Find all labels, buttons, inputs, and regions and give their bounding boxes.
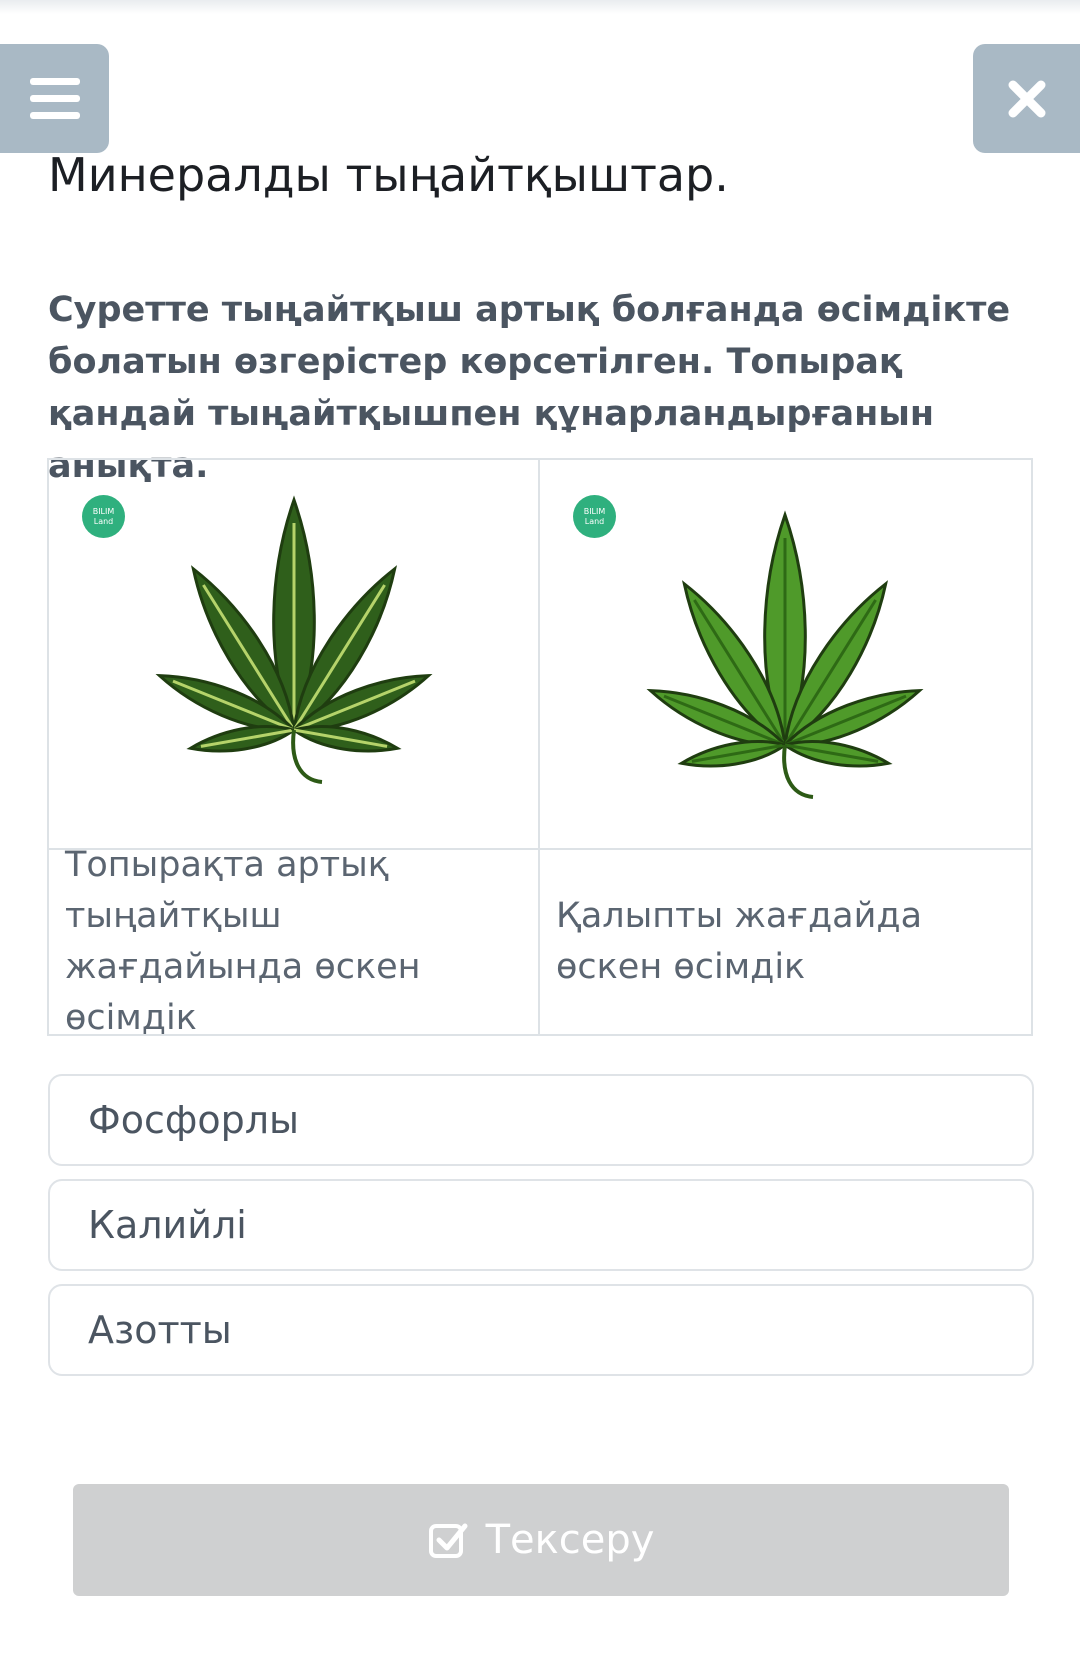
check-square-icon: [428, 1520, 468, 1560]
answer-option-nitrogen[interactable]: Азотты: [48, 1284, 1034, 1376]
figure-image-normal: BILIM Land: [540, 460, 1031, 850]
answer-option-phosphorus[interactable]: Фосфорлы: [48, 1074, 1034, 1166]
close-button[interactable]: [973, 44, 1080, 153]
check-button-label: Тексеру: [485, 1517, 655, 1563]
menu-button[interactable]: [0, 44, 109, 153]
close-icon: [1008, 80, 1045, 117]
check-button[interactable]: Тексеру: [73, 1484, 1009, 1596]
status-bar-shade: [0, 0, 1080, 14]
figure-image-excess: BILIM Land: [49, 460, 540, 850]
figure-caption-normal: Қалыпты жағдайда өскен өсімдік: [556, 896, 923, 987]
leaf-dark-illustration: [155, 495, 433, 784]
leaf-normal-illustration: [646, 510, 924, 799]
page-title: Минералды тыңайтқыштар.: [48, 148, 729, 202]
figure-table: BILIM Land BILIM Land Топырақта артық ты…: [47, 458, 1033, 1038]
figure-caption-excess: Топырақта артық тыңайтқыш жағдайында өск…: [49, 845, 540, 1038]
answer-option-potassium[interactable]: Калийлі: [48, 1179, 1034, 1271]
hamburger-menu-icon: [29, 77, 80, 119]
